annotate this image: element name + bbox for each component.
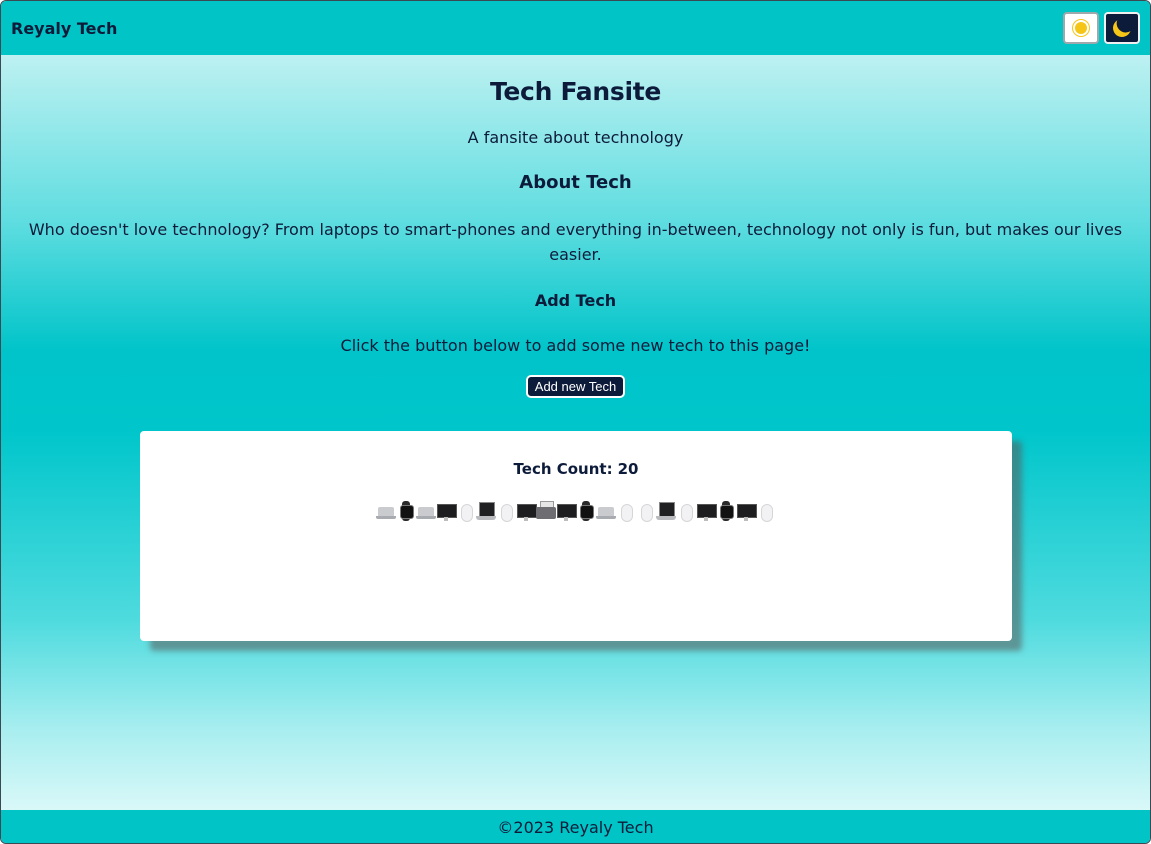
add-tech-instructions: Click the button below to add some new t… bbox=[340, 336, 811, 355]
monitor-icon bbox=[696, 501, 717, 521]
mouse-icon bbox=[756, 501, 776, 522]
footer-copyright: ©2023 Reyaly Tech bbox=[497, 818, 654, 837]
laptop-icon bbox=[596, 501, 616, 521]
about-paragraph: Who doesn't love technology? From laptop… bbox=[28, 220, 1123, 264]
mouse-icon bbox=[496, 501, 516, 522]
monitor-icon bbox=[556, 501, 577, 521]
printer-icon bbox=[536, 501, 556, 521]
top-navbar: Reyaly Tech bbox=[1, 1, 1150, 55]
monitor-icon bbox=[516, 501, 537, 521]
monitor-icon bbox=[436, 501, 457, 521]
about-heading: About Tech bbox=[519, 172, 632, 193]
page-frame: Reyaly Tech Tech Fansite A fansite about… bbox=[0, 0, 1151, 844]
watch-icon bbox=[576, 501, 596, 521]
brand-logo-text[interactable]: Reyaly Tech bbox=[11, 19, 117, 38]
main-content: Tech Fansite A fansite about technology … bbox=[1, 55, 1150, 398]
theme-toggle-group bbox=[1063, 12, 1140, 44]
page-subtitle: A fansite about technology bbox=[467, 128, 684, 147]
monitor-icon bbox=[736, 501, 757, 521]
tech-count-label: Tech Count: bbox=[513, 460, 613, 478]
laptop-icon bbox=[416, 501, 436, 521]
tech-count: Tech Count: 20 bbox=[514, 460, 639, 478]
add-tech-heading: Add Tech bbox=[534, 291, 617, 310]
laptop-icon bbox=[376, 501, 396, 521]
tech-items-row bbox=[140, 499, 1012, 522]
light-mode-button[interactable] bbox=[1063, 12, 1099, 44]
mouse-icon bbox=[636, 501, 656, 522]
moon-icon bbox=[1110, 16, 1133, 39]
tech-count-value: 20 bbox=[617, 460, 639, 478]
page-title: Tech Fansite bbox=[489, 77, 662, 106]
mouse-icon bbox=[676, 501, 696, 522]
macbook-icon bbox=[476, 501, 496, 521]
mouse-icon bbox=[456, 501, 476, 522]
tech-card: Tech Count: 20 bbox=[140, 431, 1012, 641]
add-new-tech-button[interactable]: Add new Tech bbox=[525, 375, 626, 398]
page-footer: ©2023 Reyaly Tech bbox=[1, 810, 1150, 843]
macbook-icon bbox=[656, 501, 676, 521]
dark-mode-button[interactable] bbox=[1104, 12, 1140, 44]
mouse-icon bbox=[616, 501, 636, 522]
watch-icon bbox=[396, 501, 416, 521]
sun-icon bbox=[1075, 22, 1087, 34]
watch-icon bbox=[716, 501, 736, 521]
